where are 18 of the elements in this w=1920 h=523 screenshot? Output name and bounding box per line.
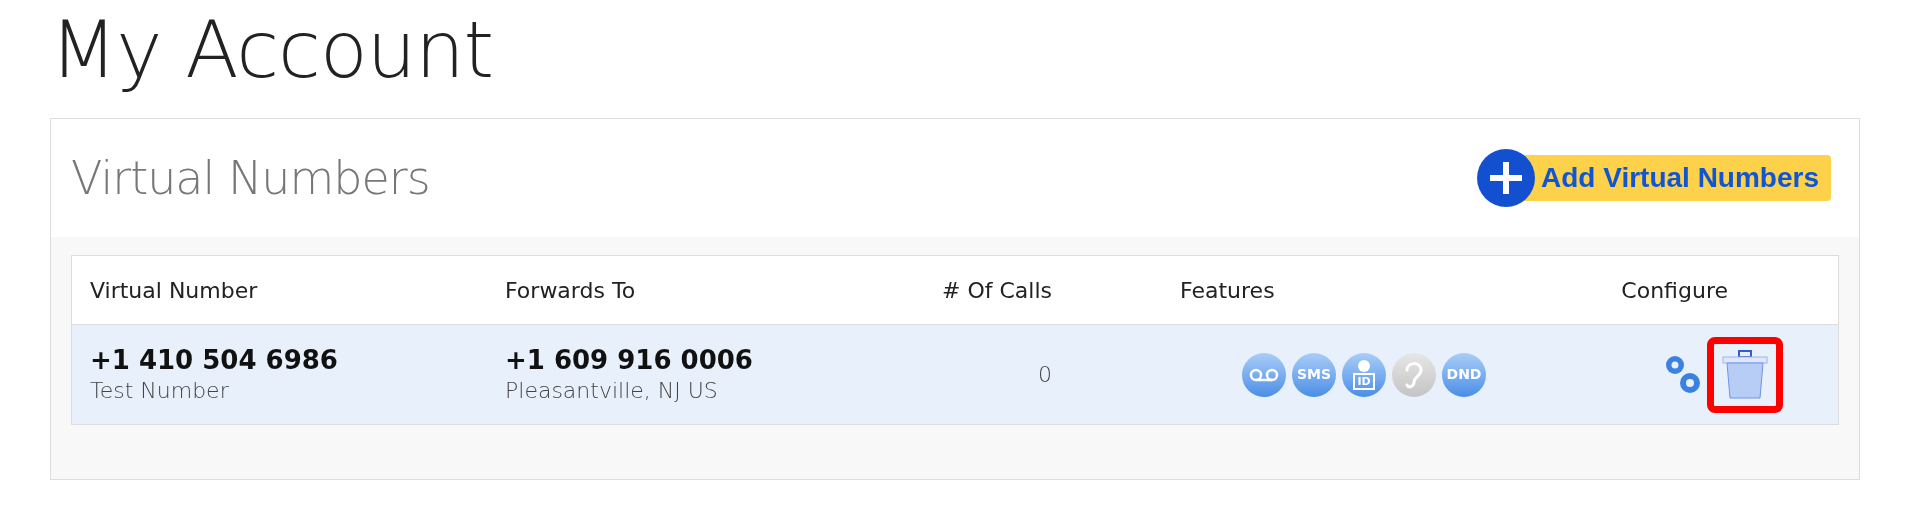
delete-button[interactable] <box>1707 336 1783 413</box>
column-header: Configure <box>1621 276 1728 305</box>
feature-badge: SMS <box>1292 352 1336 397</box>
column-header: # Of Calls <box>942 277 1052 303</box>
trash-icon <box>1722 349 1768 400</box>
forward-location: Pleasantville, NJ US <box>505 376 719 405</box>
forward-number: +1 609 916 0006 <box>505 343 754 376</box>
feature-badge: DND <box>1442 352 1486 397</box>
page-title: My Account <box>50 4 495 97</box>
caller-id-badge: ID <box>1342 352 1386 397</box>
column-header: Forwards To <box>505 277 636 303</box>
virtual-number: +1 410 504 6986 <box>90 343 339 376</box>
plus-icon <box>1477 149 1535 207</box>
call-count: 0 <box>1038 362 1052 387</box>
panel-title: Virtual Numbers <box>71 149 430 207</box>
column-header: Virtual Number <box>90 277 258 303</box>
column-header: Features <box>1180 277 1275 303</box>
number-label: Test Number <box>90 376 230 405</box>
